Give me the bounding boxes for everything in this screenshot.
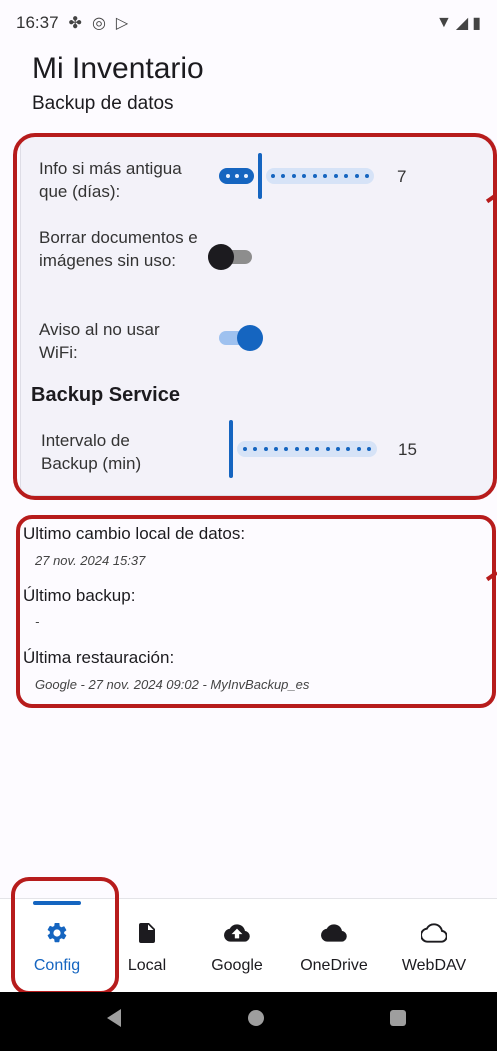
nav-label: WebDAV bbox=[401, 957, 467, 974]
at-icon: ◎ bbox=[91, 15, 106, 32]
back-icon[interactable] bbox=[107, 1009, 121, 1027]
nav-item-webdav[interactable]: WebDAV bbox=[389, 899, 479, 993]
nav-label: Local bbox=[127, 957, 167, 974]
app-title: Mi Inventario bbox=[32, 52, 204, 85]
last-local-change-label: Ultimo cambio local de datos: bbox=[23, 524, 246, 543]
last-backup-label: Último backup: bbox=[23, 586, 136, 605]
nav-label: OneDrive bbox=[300, 957, 368, 974]
slider-active-dots bbox=[226, 173, 248, 179]
info-older-slider[interactable] bbox=[219, 153, 379, 199]
slider-handle[interactable] bbox=[229, 420, 233, 478]
active-indicator bbox=[213, 901, 261, 905]
nav-item-config[interactable]: Config bbox=[12, 899, 102, 993]
info-older-value: 7 bbox=[397, 167, 407, 186]
slider-inactive-dots bbox=[243, 446, 371, 452]
backup-interval-slider[interactable] bbox=[229, 420, 379, 478]
toggle-thumb bbox=[237, 325, 263, 351]
active-indicator bbox=[410, 901, 458, 905]
nav-label: Config bbox=[33, 957, 81, 974]
active-indicator bbox=[310, 901, 358, 905]
slider-handle[interactable] bbox=[258, 153, 262, 199]
active-indicator bbox=[123, 901, 171, 905]
delete-unused-label: Borrar documentos e imágenes sin uso: bbox=[39, 228, 198, 270]
play-icon: ▷ bbox=[115, 15, 129, 32]
warn-no-wifi-label: Aviso al no usar WiFi: bbox=[39, 320, 160, 362]
nav-item-onedrive[interactable]: OneDrive bbox=[289, 899, 379, 993]
annotation-arrow bbox=[485, 570, 497, 582]
last-restore-value: Google - 27 nov. 2024 09:02 - MyInvBacku… bbox=[35, 677, 310, 692]
nav-label: Google bbox=[211, 957, 263, 974]
wifi-icon: ▼ bbox=[436, 14, 452, 31]
app-screen: 16:37 ✤ ◎ ▷ ▼ ◢ ▮ Mi Inventario Backup d… bbox=[0, 0, 497, 1051]
system-navigation-bar bbox=[0, 992, 497, 1051]
backup-interval-label: Intervalo de Backup (min) bbox=[41, 431, 142, 473]
cloud-filled-icon bbox=[320, 919, 348, 947]
gear-icon bbox=[43, 919, 71, 947]
delete-unused-toggle[interactable] bbox=[208, 244, 252, 270]
battery-icon: ▮ bbox=[472, 15, 481, 32]
fan-icon: ✤ bbox=[68, 15, 82, 32]
backup-interval-value: 15 bbox=[398, 440, 417, 459]
status-time: 16:37 bbox=[16, 13, 59, 32]
recent-apps-icon[interactable] bbox=[390, 1010, 406, 1026]
last-local-change-value: 27 nov. 2024 15:37 bbox=[35, 553, 146, 568]
slider-inactive-dots bbox=[271, 173, 369, 179]
backup-service-heading: Backup Service bbox=[31, 384, 180, 406]
status-bar: 16:37 ✤ ◎ ▷ ▼ ◢ ▮ bbox=[0, 0, 497, 46]
page-subtitle: Backup de datos bbox=[32, 93, 174, 114]
signal-icon: ◢ bbox=[455, 15, 469, 32]
home-icon[interactable] bbox=[248, 1010, 264, 1026]
nav-item-local[interactable]: Local bbox=[102, 899, 192, 993]
active-indicator bbox=[33, 901, 81, 905]
warn-no-wifi-toggle[interactable] bbox=[219, 325, 263, 351]
bottom-navigation: Config Local Google OneDrive WebDAV bbox=[0, 898, 497, 992]
cloud-outline-icon bbox=[420, 919, 448, 947]
toggle-thumb bbox=[208, 244, 234, 270]
last-restore-label: Última restauración: bbox=[23, 648, 175, 667]
document-icon bbox=[133, 919, 161, 947]
nav-item-google[interactable]: Google bbox=[192, 899, 282, 993]
info-older-label: Info si más antigua que (días): bbox=[39, 159, 182, 201]
cloud-upload-icon bbox=[223, 919, 251, 947]
last-backup-value: - bbox=[35, 614, 40, 629]
